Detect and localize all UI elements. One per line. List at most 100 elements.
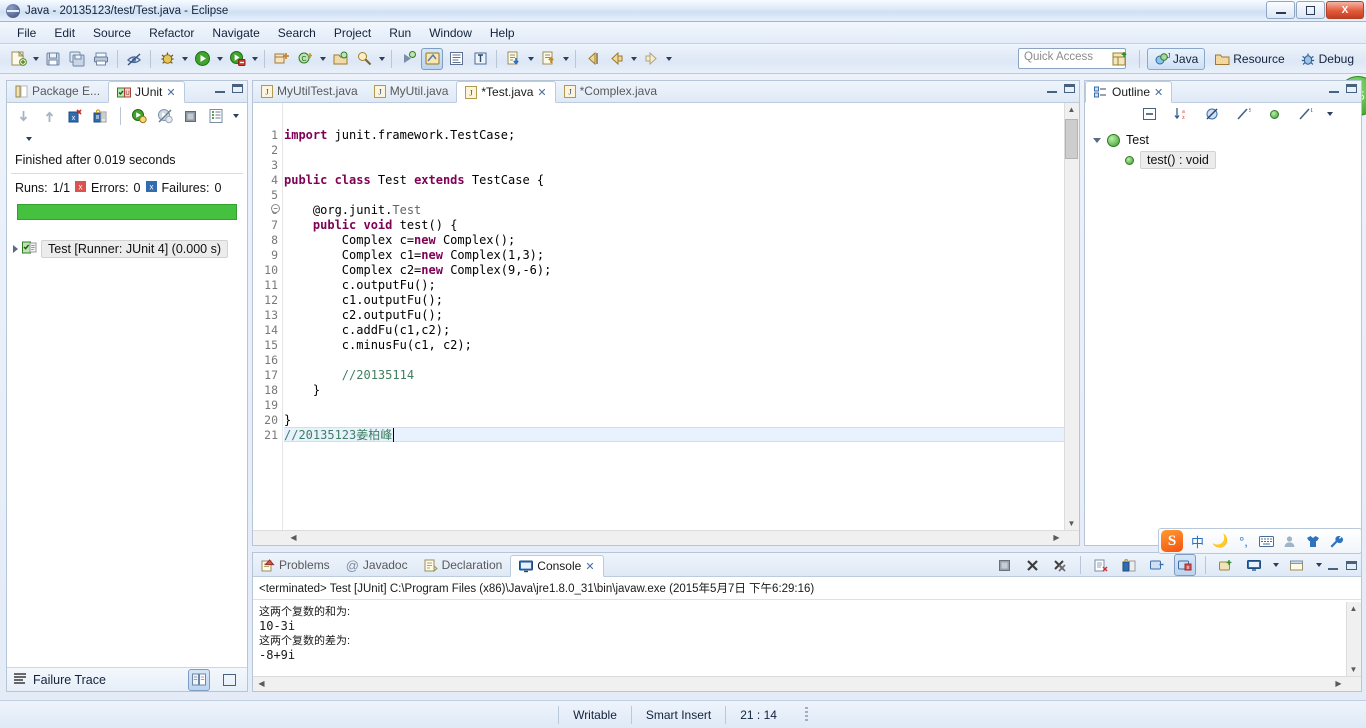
menu-source[interactable]: Source	[84, 24, 140, 42]
new-java-package-icon[interactable]	[270, 48, 292, 70]
remove-all-launches-icon[interactable]	[1049, 554, 1071, 576]
terminate-icon[interactable]	[993, 554, 1015, 576]
hide-local-types-icon[interactable]: L	[1294, 103, 1316, 125]
block-selection-icon[interactable]	[469, 48, 491, 70]
back-to-icon[interactable]	[581, 48, 603, 70]
ime-mode-chinese[interactable]: 中	[1189, 531, 1206, 551]
open-task-dropdown-icon[interactable]	[525, 48, 536, 70]
new-console-view-icon[interactable]	[1243, 554, 1265, 576]
lock-scroll-icon[interactable]	[91, 105, 111, 127]
console-minimize-icon[interactable]	[1328, 567, 1338, 570]
user-icon[interactable]	[1281, 531, 1298, 551]
editor-minimize-icon[interactable]	[1047, 91, 1057, 93]
toggle-java-editor-breadcrumb-icon[interactable]	[421, 47, 443, 70]
outline-view-menu-icon[interactable]	[1324, 103, 1335, 125]
tab-junit-close-icon[interactable]: ✕	[166, 86, 175, 99]
tab-console-close-icon[interactable]: ✕	[585, 560, 594, 573]
menu-window[interactable]: Window	[420, 24, 481, 42]
tab-javadoc[interactable]: @ Javadoc	[338, 554, 416, 576]
console-output[interactable]: 这两个复数的和为: 10-3i 这两个复数的差为: -8+9i	[253, 602, 1346, 676]
print-icon[interactable]	[90, 48, 112, 70]
new-java-class-icon[interactable]: C	[294, 48, 316, 70]
test-run-history-icon[interactable]	[206, 105, 226, 127]
new-console-dropdown-icon[interactable]	[1270, 554, 1281, 576]
editor-tab-myutiltest[interactable]: J MyUtilTest.java	[253, 80, 366, 102]
editor-body[interactable]: 1 2 3 4 5 6 7 8 9 10 11 12 13 14 15 16 1…	[253, 103, 1079, 545]
menu-navigate[interactable]: Navigate	[203, 24, 268, 42]
debug-icon[interactable]	[156, 48, 178, 70]
forward-icon[interactable]	[640, 48, 662, 70]
hide-static-icon[interactable]: S	[1232, 103, 1254, 125]
new-class-dropdown-icon[interactable]	[317, 48, 328, 70]
tab-outline-close-icon[interactable]: ✕	[1154, 86, 1163, 99]
save-icon[interactable]	[42, 48, 64, 70]
restore-button[interactable]	[1296, 1, 1325, 19]
save-all-icon[interactable]	[66, 48, 88, 70]
skin-icon[interactable]	[1304, 531, 1321, 551]
junit-overflow-chevron-icon[interactable]	[23, 128, 34, 150]
editor-code-area[interactable]: import junit.framework.TestCase; public …	[284, 103, 1064, 530]
hide-fields-icon[interactable]	[1201, 103, 1223, 125]
editor-vscroll-thumb[interactable]	[1065, 119, 1078, 159]
perspective-resource[interactable]: Resource	[1208, 49, 1290, 69]
clear-console-icon[interactable]	[1090, 554, 1112, 576]
junit-minimize-icon[interactable]	[215, 91, 225, 93]
menu-run[interactable]: Run	[380, 24, 420, 42]
debug-dropdown-icon[interactable]	[179, 48, 190, 70]
menu-file[interactable]: File	[8, 24, 45, 42]
editor-tab-myutil[interactable]: J MyUtil.java	[366, 80, 457, 102]
console-menu-dropdown-icon[interactable]	[1313, 554, 1324, 576]
toggle-mark-occurrences-icon[interactable]	[123, 48, 145, 70]
console-view-menu-icon[interactable]	[1286, 554, 1308, 576]
remove-launch-icon[interactable]	[1021, 554, 1043, 576]
tab-junit[interactable]: U JUnit ✕	[108, 81, 185, 103]
editor-tab-complex[interactable]: J *Complex.java	[556, 80, 665, 102]
open-perspective-icon[interactable]	[1109, 48, 1131, 70]
hide-nonpublic-icon[interactable]	[1263, 103, 1285, 125]
fold-toggle-icon[interactable]: −	[271, 204, 280, 213]
forward-dropdown-icon[interactable]	[663, 48, 674, 70]
editor-horizontal-scrollbar[interactable]: ◀ ▶	[253, 530, 1079, 545]
junit-maximize-icon[interactable]	[232, 84, 243, 93]
previous-failure-icon[interactable]	[40, 105, 60, 127]
sort-icon[interactable]: az	[1170, 103, 1192, 125]
run-coverage-icon[interactable]	[226, 48, 248, 70]
compare-result-icon[interactable]	[188, 668, 210, 691]
back-icon[interactable]	[605, 48, 627, 70]
punctuation-icon[interactable]: °,	[1235, 531, 1252, 551]
editor-maximize-icon[interactable]	[1064, 84, 1075, 93]
outline-node-class[interactable]: Test	[1093, 131, 1361, 149]
next-annotation-icon[interactable]	[397, 48, 419, 70]
next-failure-icon[interactable]	[14, 105, 34, 127]
tab-declaration[interactable]: Declaration	[416, 554, 511, 576]
outline-node-method[interactable]: test() : void	[1093, 149, 1361, 171]
menu-project[interactable]: Project	[325, 24, 380, 42]
open-console-icon[interactable]	[1215, 554, 1237, 576]
tab-outline[interactable]: Outline ✕	[1085, 81, 1173, 103]
perspective-debug[interactable]: Debug	[1294, 49, 1360, 69]
console-vertical-scrollbar[interactable]: ▲ ▼	[1346, 602, 1361, 676]
junit-test-tree-row[interactable]: Test [Runner: JUnit 4] (0.000 s)	[7, 236, 247, 262]
tab-problems[interactable]: Problems	[253, 554, 338, 576]
run-dropdown-icon[interactable]	[214, 48, 225, 70]
new-dropdown-icon[interactable]	[30, 48, 41, 70]
editor-tab-test[interactable]: J *Test.java ✕	[456, 81, 556, 103]
rerun-test-icon[interactable]	[130, 105, 150, 127]
status-resize-grip[interactable]	[804, 706, 808, 723]
collapse-triangle-icon[interactable]	[1093, 137, 1101, 143]
menu-search[interactable]: Search	[269, 24, 325, 42]
sogou-ime-toolbar[interactable]: S 中 🌙 °,	[1158, 528, 1362, 554]
display-selected-console-icon[interactable]: x	[1174, 554, 1196, 576]
sogou-logo-icon[interactable]: S	[1161, 530, 1183, 552]
keyboard-icon[interactable]	[1258, 531, 1275, 551]
close-button[interactable]: X	[1326, 1, 1364, 19]
rerun-failed-tests-icon[interactable]	[155, 105, 175, 127]
tab-console[interactable]: Console ✕	[510, 555, 604, 577]
moon-icon[interactable]: 🌙	[1212, 531, 1229, 551]
console-horizontal-scrollbar[interactable]: ◀ ▶	[253, 676, 1361, 691]
console-maximize-icon[interactable]	[1346, 560, 1357, 570]
editor-vertical-scrollbar[interactable]: ▲ ▼	[1064, 103, 1079, 530]
tab-package-explorer[interactable]: Package E...	[7, 80, 108, 102]
scroll-lock-icon[interactable]	[1118, 554, 1140, 576]
new-task-dropdown-icon[interactable]	[560, 48, 571, 70]
